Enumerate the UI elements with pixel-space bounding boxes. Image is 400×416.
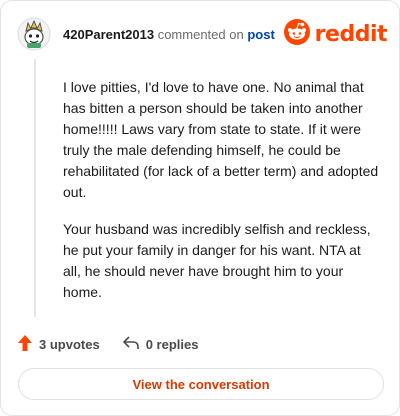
reply-count: 0 replies <box>145 336 199 352</box>
commented-text: commented on <box>157 27 244 42</box>
comment-body: I love pitties, I'd love to have one. No… <box>63 77 381 319</box>
avatar-icon[interactable] <box>17 17 51 51</box>
upvote-button[interactable]: 3 upvotes <box>17 334 100 355</box>
upvote-count: 3 upvotes <box>39 336 100 352</box>
post-link[interactable]: post <box>247 27 274 42</box>
comment-meta: 420Parent2013 commented on post <box>63 27 275 42</box>
thread-line <box>34 59 36 317</box>
comment-paragraph: Your husband was incredibly selfish and … <box>63 221 371 300</box>
reddit-wordmark: reddit <box>314 21 388 47</box>
comment-header: 420Parent2013 commented on post reddit <box>17 15 388 55</box>
comment-actions: 3 upvotes 0 replies <box>17 334 198 354</box>
reddit-logo-icon <box>283 18 310 50</box>
comment-paragraph: I love pitties, I'd love to have one. No… <box>63 79 379 200</box>
username[interactable]: 420Parent2013 <box>63 27 154 42</box>
reddit-logo[interactable]: reddit <box>283 18 388 50</box>
view-conversation-button[interactable]: View the conversation <box>18 368 384 400</box>
upvote-arrow-icon <box>17 334 33 355</box>
reply-arrow-icon <box>122 335 140 354</box>
comment-card: 420Parent2013 commented on post reddit I… <box>0 0 400 416</box>
reply-button[interactable]: 0 replies <box>122 335 199 354</box>
